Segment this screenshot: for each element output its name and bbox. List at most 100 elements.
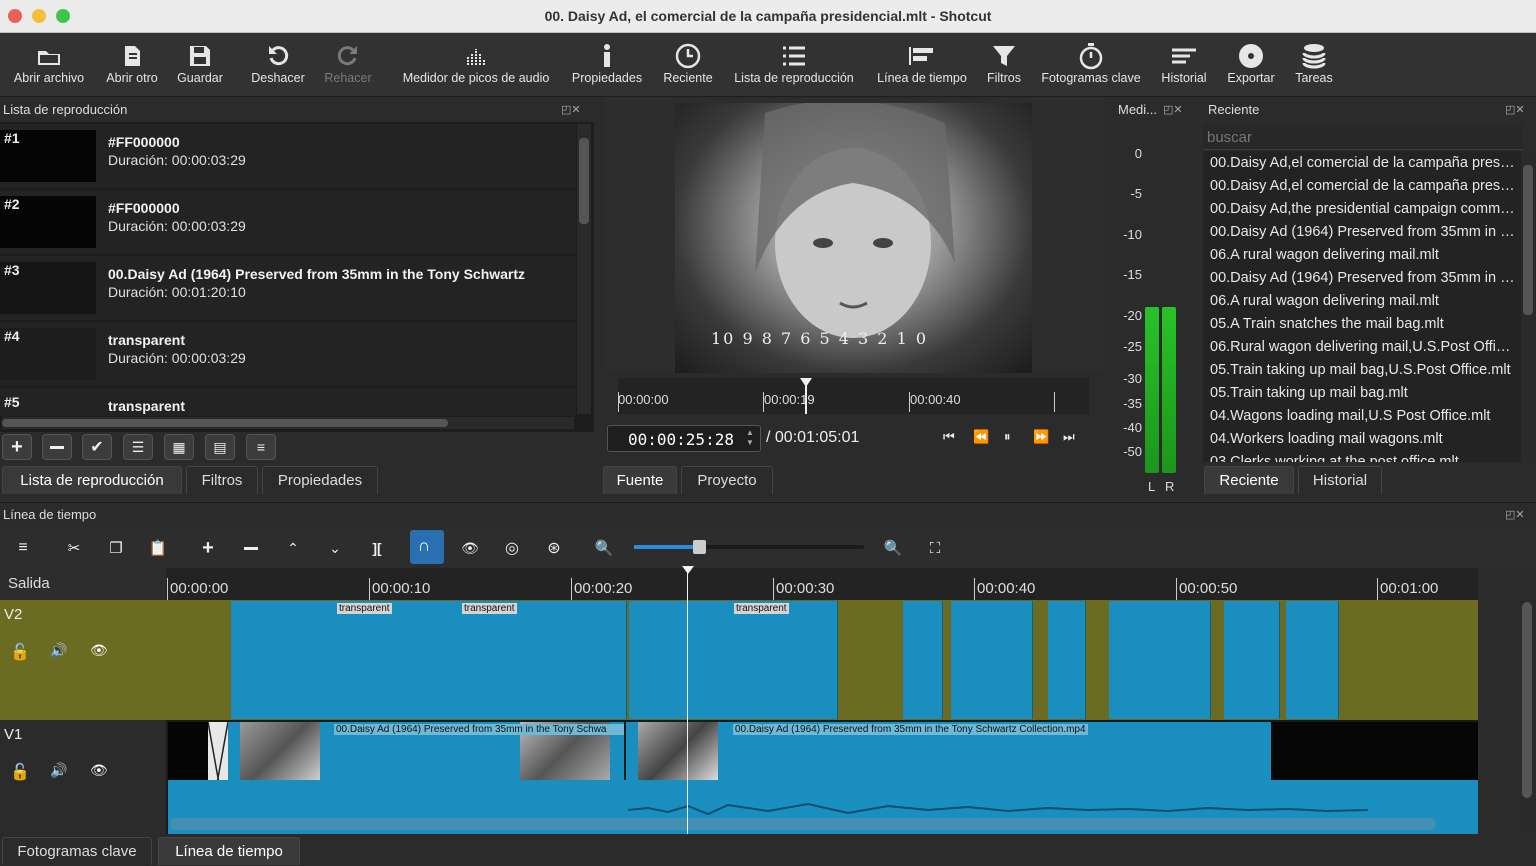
fast-forward-icon[interactable]: ⏩ — [1033, 429, 1049, 445]
list-item[interactable]: 06.Rural wagon delivering mail,U.S.Post … — [1205, 336, 1517, 359]
clip[interactable] — [168, 722, 208, 780]
append-icon[interactable]: + — [197, 537, 219, 559]
player-scrubber[interactable]: 00:00:00 00:00:19 00:00:40 — [618, 378, 1089, 414]
playlist-vscrollbar[interactable] — [577, 124, 591, 414]
track-header-v1[interactable]: V1 🔓 🔊 👁 — [0, 720, 166, 834]
list-item[interactable]: 00.Daisy Ad (1964) Preserved from 35mm i… — [1205, 221, 1517, 244]
export-button[interactable]: Exportar — [1224, 41, 1278, 85]
eye-icon[interactable]: 👁 — [90, 762, 108, 779]
split-icon[interactable]: ][ — [366, 537, 388, 559]
ripple-all-icon[interactable]: ⊛ — [543, 537, 565, 559]
tab-properties[interactable]: Propiedades — [262, 466, 378, 494]
zoom-slider-handle[interactable] — [693, 540, 706, 554]
lift-icon[interactable]: ⌃ — [282, 537, 304, 559]
snap-button[interactable]: ∩ — [410, 530, 444, 564]
clip[interactable] — [1109, 601, 1211, 719]
skip-next-icon[interactable]: ⏭ — [1063, 429, 1075, 445]
list-item[interactable]: 00.Daisy Ad,the presidential campaign co… — [1205, 198, 1517, 221]
clip[interactable] — [903, 601, 943, 719]
tab-keyframes[interactable]: Fotogramas clave — [2, 837, 152, 865]
list-item[interactable]: 00.Daisy Ad,el comercial de la campaña p… — [1205, 152, 1517, 175]
audio-meter-button[interactable]: Medidor de picos de audio — [398, 41, 554, 85]
timeline-ruler[interactable]: 00:00:00 00:00:10 00:00:20 00:00:30 00:0… — [166, 568, 1478, 600]
video-preview[interactable]: 10 9 8 7 6 5 4 3 2 1 0 — [675, 103, 1032, 373]
scrollbar-thumb[interactable] — [1522, 602, 1532, 798]
cut-icon[interactable]: ✂ — [63, 537, 85, 559]
zoom-fit-icon[interactable]: ⛶ — [924, 537, 946, 559]
save-button[interactable]: Guardar — [176, 41, 224, 85]
properties-button[interactable]: Propiedades — [570, 41, 644, 85]
clip[interactable] — [951, 601, 1033, 719]
clip[interactable] — [629, 601, 838, 719]
panel-float-close-icons[interactable]: ◰✕ — [561, 103, 581, 116]
list-item[interactable]: 00.Daisy Ad (1964) Preserved from 35mm i… — [1205, 267, 1517, 290]
track-header-v2[interactable]: V2 🔓 🔊 👁 — [0, 600, 166, 720]
tab-recent[interactable]: Reciente — [1204, 466, 1294, 494]
tiles-view-button[interactable]: ▦ — [164, 434, 194, 460]
recent-button[interactable]: Reciente — [660, 41, 716, 85]
list-item[interactable]: #4 transparent Duración: 00:00:03:29 — [0, 322, 576, 386]
eye-icon[interactable]: 👁 — [90, 642, 108, 659]
list-item[interactable]: 03.Clerks working at the post office.mlt — [1205, 451, 1517, 462]
open-other-button[interactable]: Abrir otro — [103, 41, 161, 85]
pause-icon[interactable]: ⏸ — [1004, 429, 1011, 445]
ripple-delete-icon[interactable] — [240, 537, 262, 559]
list-item[interactable]: 05.Train taking up mail bag,U.S.Post Off… — [1205, 359, 1517, 382]
history-button[interactable]: Historial — [1158, 41, 1210, 85]
details-view-button[interactable]: ☰ — [123, 434, 153, 460]
list-item[interactable]: 05.A Train snatches the mail bag.mlt — [1205, 313, 1517, 336]
list-item[interactable]: 06.A rural wagon delivering mail.mlt — [1205, 244, 1517, 267]
clip[interactable] — [1048, 601, 1086, 719]
overwrite-icon[interactable]: ⌄ — [324, 537, 346, 559]
tab-history[interactable]: Historial — [1298, 466, 1382, 494]
list-item[interactable]: #2 #FF000000 Duración: 00:00:03:29 — [0, 190, 576, 254]
lock-icon[interactable]: 🔓 — [10, 762, 30, 782]
zoom-out-icon[interactable]: 🔍 — [593, 537, 615, 559]
tab-source[interactable]: Fuente — [603, 466, 677, 494]
open-file-button[interactable]: Abrir archivo — [11, 41, 87, 85]
undo-button[interactable]: Deshacer — [250, 41, 306, 85]
zoom-slider[interactable] — [634, 540, 864, 554]
scrub-icon[interactable]: 👁 — [459, 537, 481, 559]
playhead-marker[interactable] — [682, 566, 694, 574]
panel-float-close-icons[interactable]: ◰✕ — [1505, 508, 1525, 521]
panel-float-close-icons[interactable]: ◰✕ — [1505, 103, 1525, 116]
search-input[interactable] — [1203, 124, 1523, 150]
zoom-in-icon[interactable]: 🔍 — [882, 537, 904, 559]
keyframes-button[interactable]: Fotogramas clave — [1038, 41, 1144, 85]
playlist-list[interactable]: #1 #FF000000 Duración: 00:00:03:29 #2 #FF00… — [0, 122, 594, 432]
ripple-icon[interactable]: ◎ — [501, 537, 523, 559]
playlist-menu-button[interactable]: ≡ — [246, 434, 276, 460]
timecode-spinbox[interactable]: 00:00:25:28 ▲ ▼ — [607, 425, 761, 452]
list-item[interactable]: #3 00.Daisy Ad (1964) Preserved from 35mm… — [0, 256, 576, 320]
playlist-button[interactable]: Lista de reproducción — [730, 41, 858, 85]
spin-arrows-icon[interactable]: ▲ ▼ — [746, 428, 754, 448]
timeline-button[interactable]: Línea de tiempo — [874, 41, 970, 85]
copy-icon[interactable]: ❐ — [105, 537, 127, 559]
tab-project[interactable]: Proyecto — [681, 466, 773, 494]
scrollbar-thumb[interactable] — [579, 138, 589, 224]
update-button[interactable]: ✔ — [82, 434, 112, 460]
tab-filters[interactable]: Filtros — [186, 466, 258, 494]
list-item[interactable]: 06.A rural wagon delivering mail.mlt — [1205, 290, 1517, 313]
tab-playlist[interactable]: Lista de reproducción — [2, 466, 182, 494]
playlist-hscrollbar[interactable] — [2, 417, 574, 429]
rewind-icon[interactable]: ⏪ — [973, 429, 989, 445]
recent-vscrollbar[interactable] — [1521, 151, 1535, 462]
timeline-vscrollbar[interactable] — [1520, 600, 1534, 832]
list-item[interactable]: #5 transparent — [0, 388, 576, 416]
list-item[interactable]: 05.Train taking up mail bag.mlt — [1205, 382, 1517, 405]
skip-previous-icon[interactable]: ⏮ — [943, 429, 955, 445]
paste-icon[interactable]: 📋 — [147, 537, 169, 559]
timeline-playhead[interactable] — [687, 568, 688, 834]
filters-button[interactable]: Filtros — [984, 41, 1024, 85]
icons-view-button[interactable]: ▤ — [205, 434, 235, 460]
list-item[interactable]: 00.Daisy Ad,el comercial de la campaña p… — [1205, 175, 1517, 198]
redo-button[interactable]: Rehacer — [322, 41, 374, 85]
clip[interactable] — [231, 601, 627, 719]
lock-icon[interactable]: 🔓 — [10, 642, 30, 662]
mute-icon[interactable]: 🔊 — [50, 642, 67, 659]
list-item[interactable]: 04.Wagons loading mail,U.S Post Office.m… — [1205, 405, 1517, 428]
list-item[interactable]: #1 #FF000000 Duración: 00:00:03:29 — [0, 124, 576, 188]
list-item[interactable]: 04.Workers loading mail wagons.mlt — [1205, 428, 1517, 451]
